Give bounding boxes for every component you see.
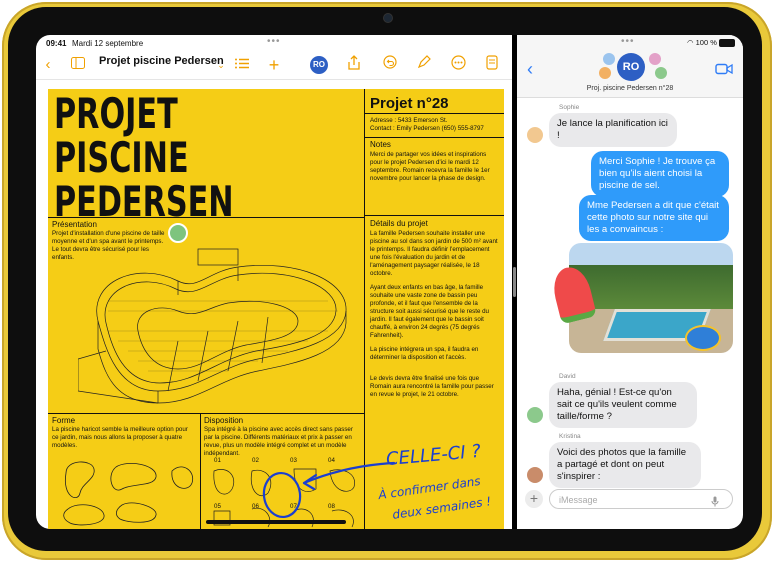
contact: Contact : Emily Pedersen (650) 555-8797 [370,125,484,132]
handwritten-note-weeks: deux semaines ! [391,494,492,522]
status-date: Mardi 12 septembre [72,39,144,48]
message-bubble[interactable]: Merci Sophie ! Je trouve ça bien qu'ils … [591,151,729,197]
screen: 09:41 Mardi 12 septembre ••• ‹ Projet pi… [36,35,743,529]
camera [383,13,393,23]
freeform-pane: 09:41 Mardi 12 septembre ••• ‹ Projet pi… [36,35,512,529]
handwritten-circle-arrow [262,461,396,519]
disposition-label: Disposition [204,416,244,425]
notes-label: Notes [370,140,391,149]
facetime-video-icon[interactable] [715,62,733,80]
add-icon[interactable]: + [266,55,282,75]
more-options-icon[interactable] [450,55,466,75]
battery-level: 100 % [695,38,717,47]
handwritten-note-celle-ci: CELLE-CI ? [385,440,482,471]
document-title[interactable]: Projet piscine Pedersen [99,55,224,67]
divider [48,413,364,414]
message-bubble[interactable]: Je lance la planification ici ! [549,113,677,147]
divider [364,215,504,216]
details-paragraph-3: La piscine intégrera un spa, il faudra e… [370,346,479,361]
group-avatar[interactable]: RO [617,53,645,81]
sender-name: Kristina [559,433,581,440]
chevron-down-icon[interactable]: ⌄ [214,55,228,75]
address: Adresse : 5433 Emerson St. [370,117,448,124]
collaborator-avatar[interactable]: RO [310,56,328,74]
message-input-bar: + iMessage [525,489,735,511]
group-name[interactable]: Proj. piscine Pedersen n°28 [517,85,743,92]
conversation-header: ••• ◠ 100 % ‹ RO Proj. piscine Pedersen … [517,35,743,98]
share-icon[interactable] [346,55,362,75]
grid-label: 01 [214,457,221,464]
david-avatar-icon [527,407,543,423]
battery-icon [719,39,735,48]
multitasking-dots-icon[interactable]: ••• [621,37,637,47]
microphone-icon[interactable] [711,494,719,512]
participant-avatar-icon [655,67,667,79]
status-time: 09:41 [46,39,67,48]
divider [364,113,504,114]
participant-avatar-icon [603,53,615,65]
participant-avatar-icon [599,67,611,79]
presentation-label: Présentation [52,220,97,229]
forme-text: La piscine haricot semble la meilleure o… [52,426,188,449]
sender-name: Sophie [559,104,580,111]
headline: PROJET PISCINE PEDERSEN [54,89,234,226]
status-indicators: ◠ 100 % [686,38,735,48]
toolbar: ‹ Projet piscine Pedersen ⌄ + RO [36,51,512,80]
kristina-avatar-icon [527,467,543,483]
pool-shapes-drawing [63,461,194,526]
fish-sticker [685,325,721,351]
divider [364,137,504,138]
details-paragraph-1: La famille Pedersen souhaite installer u… [370,230,498,277]
forme-label: Forme [52,416,76,425]
messages-pane: ••• ◠ 100 % ‹ RO Proj. piscine Pedersen … [517,35,743,529]
multitasking-dots-icon[interactable]: ••• [267,37,283,47]
imessage-input[interactable]: iMessage [549,489,733,509]
back-chevron-icon[interactable]: ‹ [40,55,56,75]
project-number: Projet n°28 [370,95,449,112]
collaborator-avatar-icon [168,223,188,243]
details-paragraph-2: Ayant deux enfants en bas âge, la famill… [370,284,489,339]
list-icon[interactable] [234,55,250,75]
message-bubble[interactable]: Voici des photos que la famille a partag… [549,442,701,488]
message-bubble[interactable]: Mme Pedersen a dit que c'était cette pho… [579,195,729,241]
back-chevron-icon[interactable]: ‹ [527,59,533,80]
status-bar: 09:41 Mardi 12 septembre ••• [36,35,512,51]
document-settings-icon[interactable] [484,55,500,75]
home-indicator[interactable] [206,520,346,524]
undo-icon[interactable] [382,55,398,75]
notes-text: Merci de partager vos idées et inspirati… [370,151,490,182]
participant-avatar-icon [649,53,661,65]
pool-wireframe-drawing [78,248,347,404]
divider [200,413,201,529]
sender-name: David [559,373,576,380]
divider [48,217,364,218]
add-attachment-icon[interactable]: + [525,490,543,508]
project-sheet[interactable]: PROJET PISCINE PEDERSEN Projet n°28 Adre… [48,89,504,529]
sophie-avatar-icon [527,127,543,143]
pen-tool-icon[interactable] [416,55,432,75]
details-label: Détails du projet [370,219,428,228]
details-paragraph-4: Le devis devra être finalisé une fois qu… [370,375,494,398]
wifi-icon: ◠ [686,38,694,47]
sidebar-icon[interactable] [70,55,86,75]
message-bubble[interactable]: Haha, génial ! Est-ce qu'on sait ce qu'i… [549,382,697,428]
